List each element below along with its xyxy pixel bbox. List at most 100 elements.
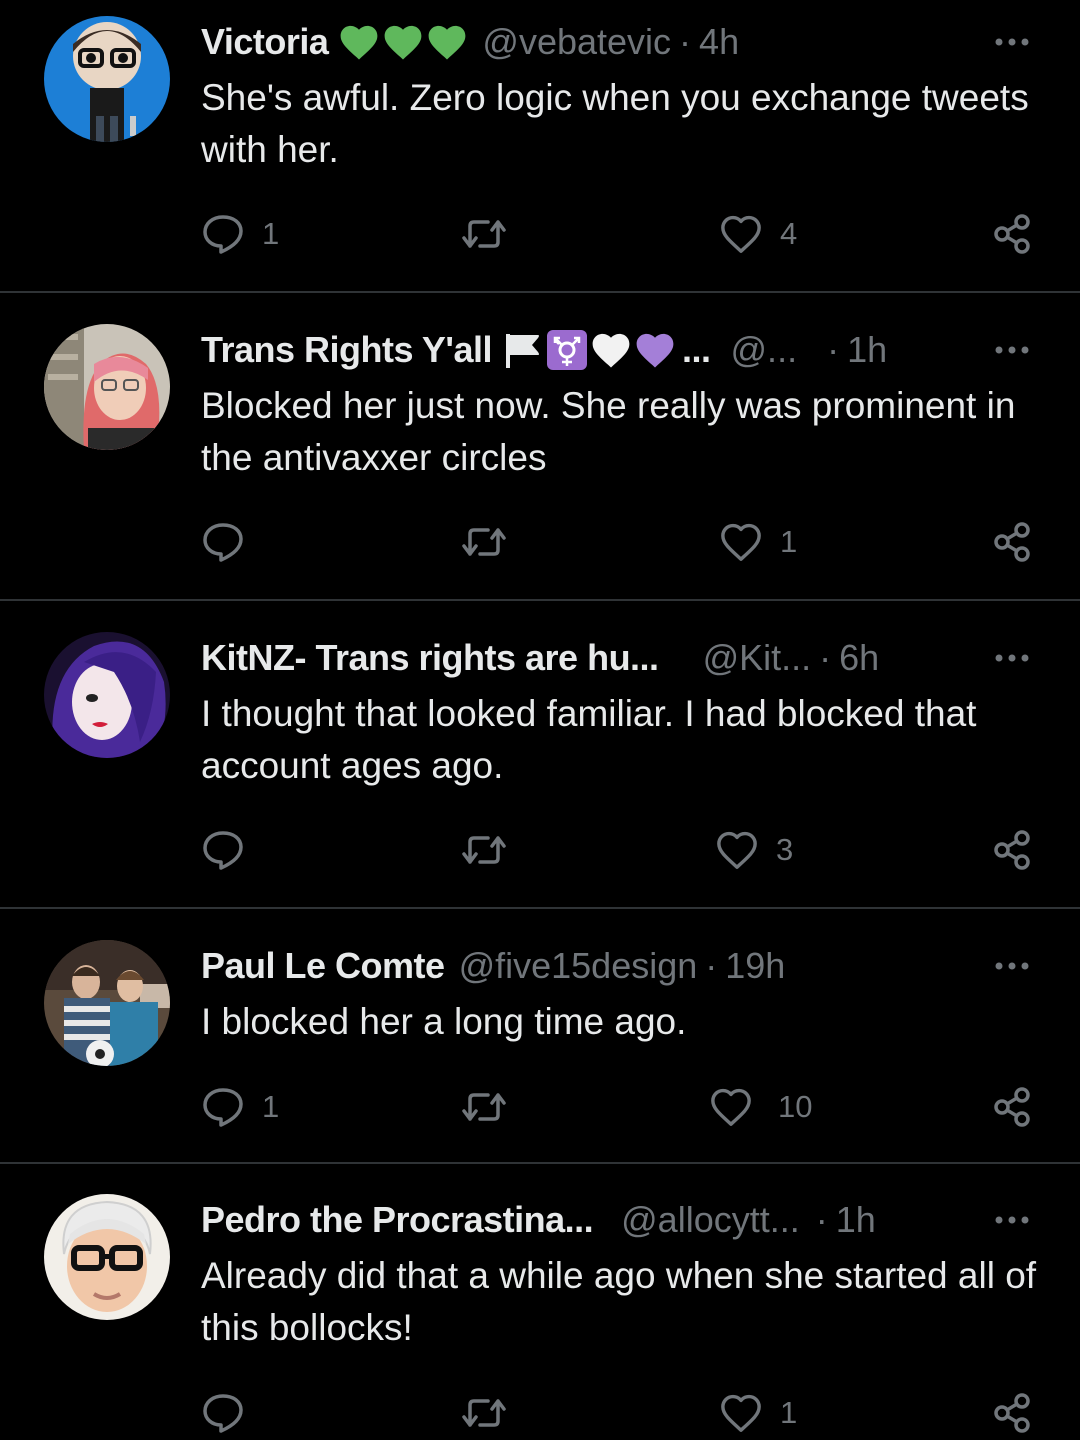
- more-icon: [995, 654, 1029, 662]
- name-badges: [338, 22, 468, 62]
- share-icon: [994, 1393, 1030, 1433]
- divider: [0, 599, 1080, 601]
- reply-button[interactable]: [200, 517, 262, 567]
- transgender-symbol-icon: [547, 330, 587, 370]
- heart-icon: [721, 215, 761, 253]
- more-icon: [995, 38, 1029, 46]
- timestamp[interactable]: 6h: [839, 637, 879, 679]
- tweet-text: Already did that a while ago when she st…: [201, 1255, 1037, 1348]
- avatar[interactable]: [44, 1194, 170, 1320]
- like-button[interactable]: 1: [718, 1388, 797, 1438]
- handle[interactable]: @Kit...: [703, 637, 812, 679]
- reply-count: 1: [262, 216, 280, 251]
- action-bar: 1 10: [0, 1082, 1080, 1132]
- retweet-button[interactable]: [460, 517, 524, 567]
- tweet-paul-le-comte[interactable]: Paul Le Comte @five15design · 19h I bloc…: [0, 924, 1080, 1164]
- more-icon: [995, 346, 1029, 354]
- more-icon: [995, 962, 1029, 970]
- tweet-text: Blocked her just now. She really was pro…: [201, 385, 1016, 478]
- white-heart-icon: [592, 333, 630, 368]
- like-button[interactable]: 3: [714, 825, 793, 875]
- share-button[interactable]: [990, 517, 1034, 567]
- purple-heart-icon: [636, 333, 674, 368]
- share-button[interactable]: [990, 1388, 1034, 1438]
- divider: [0, 907, 1080, 909]
- display-name[interactable]: Paul Le Comte: [201, 945, 445, 987]
- reply-button[interactable]: [200, 825, 262, 875]
- tweet-trans-rights-yall[interactable]: Trans Rights Y'all ... @... · 1h Blocked…: [0, 308, 1080, 600]
- separator: ·: [819, 637, 832, 678]
- more-options-button[interactable]: [992, 1202, 1032, 1238]
- reply-icon: [203, 831, 243, 870]
- action-bar: 1: [0, 1388, 1080, 1438]
- retweet-icon: [462, 836, 506, 864]
- like-count: 3: [776, 832, 794, 867]
- more-options-button[interactable]: [992, 948, 1032, 984]
- reply-button[interactable]: 1: [200, 1082, 279, 1132]
- share-icon: [994, 522, 1030, 562]
- retweet-button[interactable]: [460, 209, 524, 259]
- avatar[interactable]: [44, 16, 170, 142]
- like-button[interactable]: 1: [718, 517, 797, 567]
- divider: [0, 291, 1080, 293]
- handle[interactable]: @...: [731, 329, 798, 371]
- share-icon: [994, 830, 1030, 870]
- share-button[interactable]: [990, 825, 1034, 875]
- heart-icon: [721, 1394, 761, 1432]
- reply-button[interactable]: [200, 1388, 262, 1438]
- like-button[interactable]: 10: [708, 1082, 812, 1132]
- divider: [0, 1162, 1080, 1164]
- timestamp[interactable]: 1h: [836, 1199, 876, 1241]
- separator: ·: [705, 945, 718, 986]
- heart-icon: [711, 1088, 751, 1126]
- like-button[interactable]: 4: [718, 209, 797, 259]
- retweet-icon: [462, 1093, 506, 1121]
- tweet-victoria[interactable]: Victoria @vebatevic · 4h She's awful. Ze…: [0, 0, 1080, 292]
- display-name[interactable]: Victoria: [201, 21, 329, 63]
- timestamp[interactable]: 1h: [847, 329, 887, 371]
- more-options-button[interactable]: [992, 24, 1032, 60]
- reply-icon: [203, 1088, 243, 1127]
- more-options-button[interactable]: [992, 332, 1032, 368]
- tweet-text: I thought that looked familiar. I had bl…: [201, 693, 977, 786]
- tweet-pedro[interactable]: Pedro the Procrastina... @allocytt... · …: [0, 1178, 1080, 1440]
- handle[interactable]: @vebatevic: [482, 21, 671, 63]
- action-bar: 1 4: [0, 209, 1080, 259]
- retweet-button[interactable]: [460, 825, 524, 875]
- reply-icon: [203, 215, 243, 254]
- reply-button[interactable]: 1: [200, 209, 279, 259]
- display-name[interactable]: KitNZ- Trans rights are hu...: [201, 637, 659, 679]
- avatar[interactable]: [44, 324, 170, 450]
- separator: ·: [679, 21, 692, 62]
- like-count: 4: [780, 216, 798, 251]
- heart-icon: [717, 831, 757, 869]
- separator: ·: [827, 329, 840, 370]
- display-name[interactable]: Pedro the Procrastina...: [201, 1199, 594, 1241]
- white-flag-icon: [506, 334, 539, 368]
- tweet-text: I blocked her a long time ago.: [201, 1001, 687, 1042]
- avatar[interactable]: [44, 632, 170, 758]
- heart-icon: [721, 523, 761, 561]
- timestamp[interactable]: 19h: [725, 945, 785, 987]
- timestamp[interactable]: 4h: [699, 21, 739, 63]
- handle[interactable]: @allocytt...: [621, 1199, 800, 1241]
- reply-icon: [203, 1394, 243, 1433]
- separator: ·: [815, 1199, 828, 1240]
- display-name[interactable]: Trans Rights Y'all: [201, 329, 493, 371]
- avatar[interactable]: [44, 940, 170, 1066]
- reply-icon: [203, 523, 243, 562]
- green-heart-icon: [385, 25, 422, 60]
- reply-feed: Victoria @vebatevic · 4h She's awful. Ze…: [0, 0, 1080, 1440]
- retweet-button[interactable]: [460, 1082, 524, 1132]
- share-button[interactable]: [990, 209, 1034, 259]
- share-button[interactable]: [990, 1082, 1034, 1132]
- tweet-kitnz[interactable]: KitNZ- Trans rights are hu... @Kit... · …: [0, 616, 1080, 908]
- retweet-button[interactable]: [460, 1388, 524, 1438]
- action-bar: 3: [0, 825, 1080, 875]
- share-icon: [994, 1087, 1030, 1127]
- handle[interactable]: @five15design: [459, 945, 698, 987]
- more-options-button[interactable]: [992, 640, 1032, 676]
- action-bar: 1: [0, 517, 1080, 567]
- like-count: 10: [778, 1089, 813, 1124]
- name-badges: [502, 329, 676, 371]
